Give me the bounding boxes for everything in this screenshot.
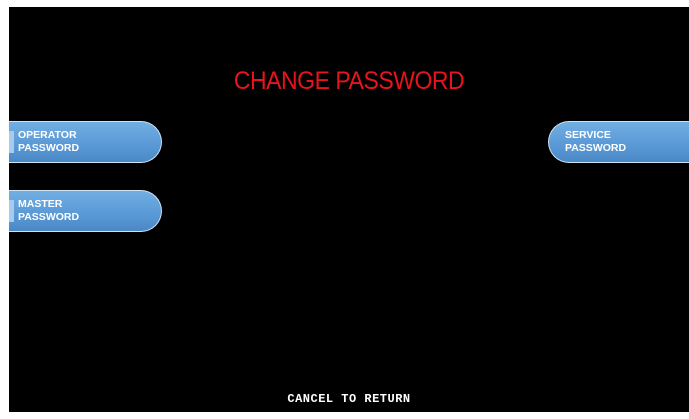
- operator-password-label-line1: OPERATOR: [18, 129, 77, 141]
- master-password-label-line1: MASTER: [18, 198, 63, 210]
- service-password-label-line1: SERVICE: [565, 129, 611, 141]
- operator-password-label-line2: PASSWORD: [18, 142, 80, 154]
- cancel-instruction: CANCEL TO RETURN: [287, 392, 411, 406]
- operator-password-button[interactable]: OPERATOR PASSWORD: [9, 121, 162, 163]
- master-password-label-line2: PASSWORD: [18, 211, 80, 223]
- service-password-label-line2: PASSWORD: [565, 142, 627, 154]
- service-password-button[interactable]: SERVICE PASSWORD: [548, 121, 689, 163]
- page-title: CHANGE PASSWORD: [233, 67, 465, 95]
- atm-screen: CHANGE PASSWORD OPERATOR PASSWORD MASTER…: [9, 7, 689, 412]
- master-password-button[interactable]: MASTER PASSWORD: [9, 190, 162, 232]
- atm-frame: CHANGE PASSWORD OPERATOR PASSWORD MASTER…: [0, 0, 689, 419]
